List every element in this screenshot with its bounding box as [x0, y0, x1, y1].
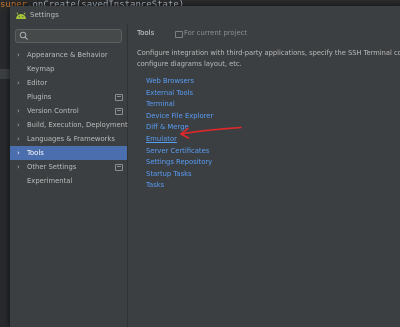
chevron-right-icon[interactable]: › — [17, 48, 20, 62]
sidebar-item-label: Languages & Frameworks — [27, 135, 115, 143]
scope-label: For current project — [184, 29, 248, 37]
sidebar-item-plugins[interactable]: Plugins — [10, 90, 127, 104]
dialog-titlebar[interactable]: Settings — [10, 6, 400, 24]
chevron-right-icon[interactable]: › — [17, 146, 20, 160]
sidebar-item-appearance-and-behavior[interactable]: › Appearance & Behavior — [10, 48, 127, 62]
settings-tree: › Appearance & Behavior Keymap › Editor Plugi… — [10, 48, 128, 188]
link-emulator[interactable]: Emulator — [146, 134, 213, 146]
description-line: configure diagrams layout, etc. — [137, 59, 242, 68]
sidebar-item-label: Version Control — [27, 107, 79, 115]
page-description: Configure integration with third-party a… — [137, 48, 400, 69]
sidebar-item-keymap[interactable]: Keymap — [10, 62, 127, 76]
chevron-right-icon[interactable]: › — [17, 104, 20, 118]
settings-content: Tools For current project Configure inte… — [128, 24, 400, 327]
search-icon — [19, 31, 28, 40]
link-device-file-explorer[interactable]: Device File Explorer — [146, 111, 213, 123]
chevron-right-icon[interactable]: › — [17, 160, 20, 174]
sidebar-item-label: Plugins — [27, 93, 52, 101]
description-line: Configure integration with third-party a… — [137, 49, 400, 57]
link-terminal[interactable]: Terminal — [146, 99, 213, 111]
chevron-right-icon[interactable]: › — [17, 76, 20, 90]
sidebar-item-label: Build, Execution, Deployment — [27, 121, 128, 129]
sidebar-item-languages-and-frameworks[interactable]: › Languages & Frameworks — [10, 132, 127, 146]
link-diff-and-merge[interactable]: Diff & Merge — [146, 122, 213, 134]
link-web-browsers[interactable]: Web Browsers — [146, 76, 213, 88]
chevron-right-icon[interactable]: › — [17, 132, 20, 146]
link-server-certificates[interactable]: Server Certificates — [146, 146, 213, 158]
sidebar-item-version-control[interactable]: › Version Control — [10, 104, 127, 118]
editor-gutter — [0, 12, 10, 327]
link-settings-repository[interactable]: Settings Repository — [146, 157, 213, 169]
settings-dialog: Settings › Appearance & Behavior Keymap › Ed… — [10, 6, 400, 327]
sidebar-item-label: Experimental — [27, 177, 73, 185]
sidebar-item-label: Appearance & Behavior — [27, 51, 108, 59]
settings-search-input[interactable] — [15, 29, 122, 43]
chevron-right-icon[interactable]: › — [17, 118, 20, 132]
project-level-icon — [115, 108, 123, 115]
sidebar-item-label: Other Settings — [27, 163, 77, 171]
project-scope-icon — [175, 31, 183, 38]
link-startup-tasks[interactable]: Startup Tasks — [146, 169, 213, 181]
gutter-marker — [0, 69, 10, 79]
dialog-title: Settings — [30, 11, 59, 19]
link-tasks[interactable]: Tasks — [146, 180, 213, 192]
page-title: Tools — [137, 29, 155, 37]
sidebar-item-label: Editor — [27, 79, 48, 87]
tools-subpage-links: Web Browsers External Tools Terminal Device… — [146, 76, 213, 192]
sidebar-item-editor[interactable]: › Editor — [10, 76, 127, 90]
android-icon — [16, 12, 26, 19]
screen: super.onCreate(savedInstanceState) Setti… — [0, 0, 400, 327]
settings-sidebar: › Appearance & Behavior Keymap › Editor Plugi… — [10, 24, 128, 327]
sidebar-item-other-settings[interactable]: › Other Settings — [10, 160, 127, 174]
sidebar-item-label: Tools — [27, 149, 44, 157]
sidebar-item-experimental[interactable]: Experimental — [10, 174, 127, 188]
link-external-tools[interactable]: External Tools — [146, 88, 213, 100]
sidebar-item-label: Keymap — [27, 65, 55, 73]
project-level-icon — [115, 164, 123, 171]
sidebar-item-tools[interactable]: › Tools — [10, 146, 127, 160]
sidebar-item-build-execution-deployment[interactable]: › Build, Execution, Deployment — [10, 118, 128, 132]
project-level-icon — [115, 94, 123, 101]
